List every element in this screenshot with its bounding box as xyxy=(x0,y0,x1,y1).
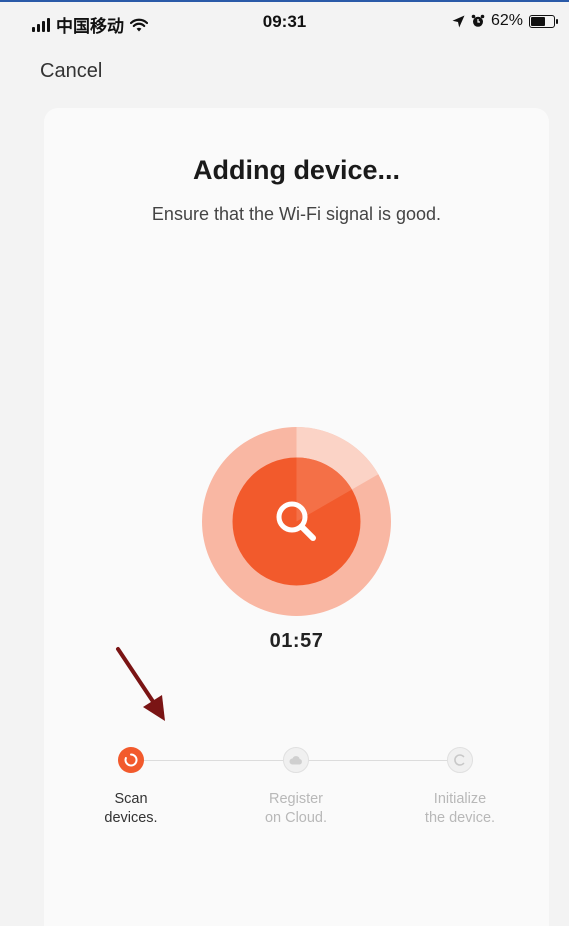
step-initialize-label-line2: the device. xyxy=(424,810,496,826)
step-register-indicator xyxy=(283,747,309,773)
countdown-timer: 01:57 xyxy=(269,630,324,652)
device-search-animation xyxy=(202,427,391,616)
initialize-icon xyxy=(454,754,465,766)
spinner-icon xyxy=(124,753,138,767)
step-scan-indicator xyxy=(118,747,144,773)
step-initialize-label-line1: Initialize xyxy=(433,791,487,807)
page-title: Adding device... xyxy=(192,155,401,185)
pointer-arrow-icon xyxy=(116,647,165,721)
cancel-button[interactable]: Cancel xyxy=(40,60,102,83)
step-scan-label-line2: devices. xyxy=(104,810,158,826)
location-arrow-icon xyxy=(452,15,465,27)
battery-icon xyxy=(529,14,558,28)
page-subtitle: Ensure that the Wi-Fi signal is good. xyxy=(151,204,442,224)
cloud-icon xyxy=(289,756,302,765)
step-initialize-label: Initialize the device. xyxy=(400,790,520,828)
battery-level-fill xyxy=(531,16,545,26)
step-scan-label-line1: Scan xyxy=(114,791,148,807)
step-initialize-indicator xyxy=(447,747,473,773)
status-bar: 中国移动 09:31 62% xyxy=(0,0,569,44)
battery-percentage: 62% xyxy=(490,12,523,29)
step-register-label-line1: Register xyxy=(269,791,323,807)
alarm-clock-icon xyxy=(471,14,485,27)
step-register-label-line2: on Cloud. xyxy=(264,810,328,826)
status-bar-right: 62% xyxy=(452,12,558,30)
step-register-label: Register on Cloud. xyxy=(236,790,356,828)
step-scan-label: Scan devices. xyxy=(71,790,191,828)
